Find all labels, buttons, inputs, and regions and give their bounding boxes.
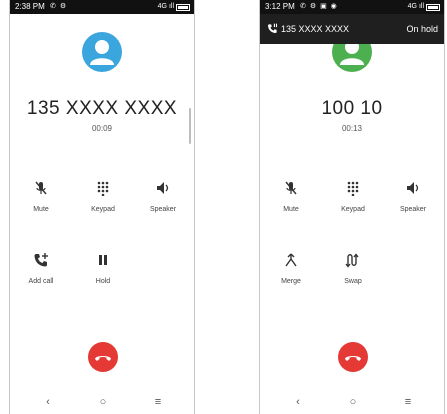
screenshot-page: 2:38 PM ✆ ⚙ 4G ıll 135 XXXX XXXX 00:09 M… (0, 0, 447, 414)
chrome-icon: ◉ (330, 3, 338, 10)
status-right: 4G ıll (158, 0, 190, 14)
status-bar: 3:12 PM ✆ ⚙ ▣ ◉ 4G ıll (260, 0, 444, 14)
keypad-label: Keypad (341, 206, 365, 213)
gear-icon: ⚙ (59, 3, 68, 10)
home-button[interactable]: ○ (345, 394, 361, 410)
mute-button[interactable]: Mute (266, 180, 316, 220)
status-icons: ✆ ⚙ (50, 0, 67, 14)
speaker-label: Speaker (399, 206, 427, 213)
image-icon: ▣ (320, 3, 328, 10)
held-call-status: On hold (406, 24, 438, 34)
add-call-button[interactable]: Add call (16, 252, 66, 292)
status-bar: 2:38 PM ✆ ⚙ 4G ıll (10, 0, 194, 14)
phone-icon: ✆ (300, 3, 307, 10)
phone-icon: ✆ (50, 3, 57, 10)
speaker-button[interactable]: Speaker (388, 180, 438, 220)
on-hold-banner[interactable]: 135 XXXX XXXX On hold (260, 14, 444, 44)
call-timer: 00:09 (91, 124, 113, 133)
phone-screen-left: 2:38 PM ✆ ⚙ 4G ıll 135 XXXX XXXX 00:09 M… (9, 0, 195, 414)
speaker-button[interactable]: Speaker (138, 180, 188, 220)
status-time: 3:12 PM (265, 2, 295, 11)
keypad-button[interactable]: Keypad (78, 180, 128, 220)
home-button[interactable]: ○ (95, 394, 111, 410)
scrollbar[interactable] (189, 108, 191, 144)
merge-label: Merge (281, 278, 301, 285)
end-call-button[interactable] (88, 342, 118, 372)
caller-number: 100 10 (321, 98, 383, 119)
speaker-label: Speaker (149, 206, 177, 213)
hang-up-icon (95, 356, 111, 361)
merge-icon (285, 253, 297, 267)
add-call-label: Add call (28, 278, 54, 285)
swap-label: Swap (344, 278, 362, 285)
keypad-label: Keypad (91, 206, 115, 213)
keypad-icon (97, 181, 109, 196)
contact-avatar (82, 32, 122, 72)
status-right: 4G ıll (408, 0, 440, 14)
end-call-button[interactable] (338, 342, 368, 372)
caller-number: 135 XXXX XXXX (26, 98, 178, 119)
battery-icon (176, 3, 190, 11)
hang-up-icon (345, 356, 361, 361)
mute-label: Mute (33, 206, 49, 213)
back-button[interactable]: ‹ (290, 394, 306, 410)
call-timer: 00:13 (341, 124, 363, 133)
gear-icon: ⚙ (309, 3, 318, 10)
speaker-icon (407, 182, 419, 194)
phone-screen-right: 3:12 PM ✆ ⚙ ▣ ◉ 4G ıll 135 XXXX XXXX On … (259, 0, 445, 414)
add-call-icon (34, 253, 48, 267)
keypad-button[interactable]: Keypad (328, 180, 378, 220)
back-button[interactable]: ‹ (40, 394, 56, 410)
speaker-icon (157, 182, 169, 194)
pause-icon (99, 255, 107, 265)
keypad-icon (347, 181, 359, 196)
held-call-number: 135 XXXX XXXX (281, 24, 350, 34)
swap-button[interactable]: Swap (328, 252, 378, 292)
swap-icon (345, 253, 359, 268)
merge-button[interactable]: Merge (266, 252, 316, 292)
person-icon (90, 40, 114, 65)
battery-icon (426, 3, 440, 11)
status-time: 2:38 PM (15, 2, 45, 11)
hold-button[interactable]: Hold (78, 252, 128, 292)
status-icons: ✆ ⚙ ▣ ◉ (300, 0, 338, 14)
call-on-hold-icon (268, 23, 278, 33)
mute-label: Mute (283, 206, 299, 213)
signal-text: 4G ıll (157, 3, 174, 10)
menu-button[interactable]: ≡ (150, 394, 166, 410)
mute-button[interactable]: Mute (16, 180, 66, 220)
menu-button[interactable]: ≡ (400, 394, 416, 410)
mute-icon (35, 181, 47, 195)
hold-label: Hold (95, 278, 111, 285)
navigation-bar: ‹ ○ ≡ (260, 390, 444, 414)
mute-icon (285, 181, 297, 195)
navigation-bar: ‹ ○ ≡ (10, 390, 194, 414)
signal-text: 4G ıll (407, 3, 424, 10)
